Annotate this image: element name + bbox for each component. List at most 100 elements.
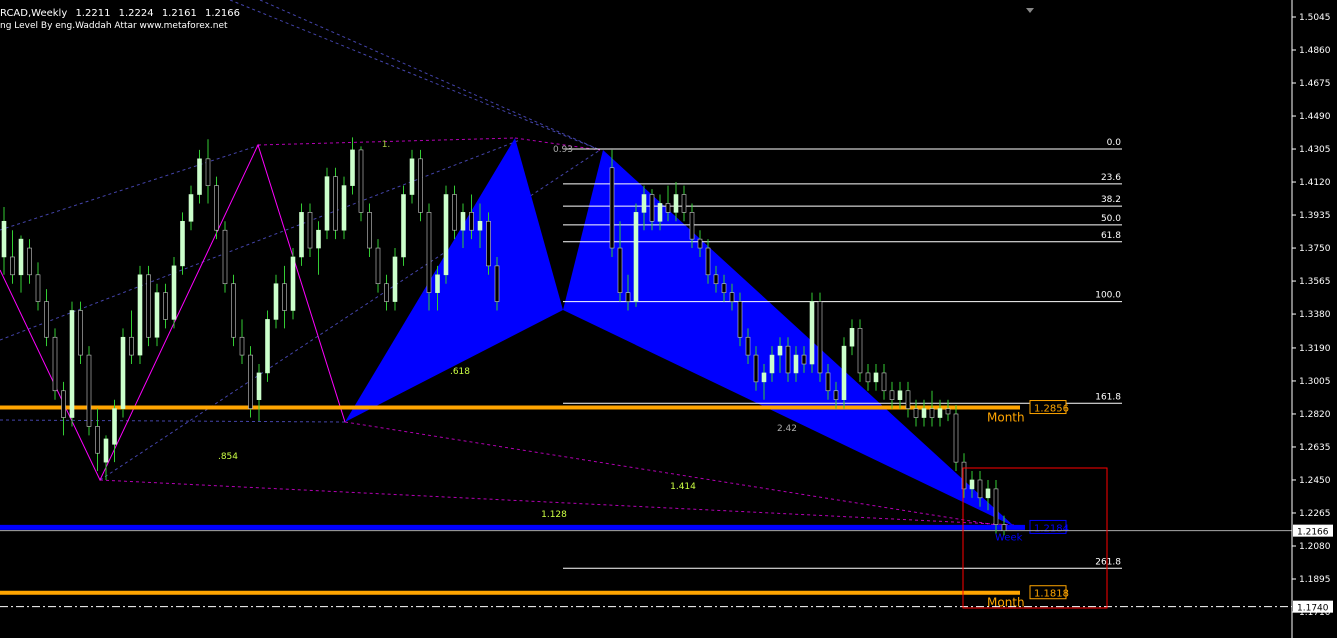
axis-tick-label: 1.4490	[1299, 112, 1331, 122]
candle-body	[426, 212, 432, 293]
candle-body	[977, 479, 983, 499]
fib-level-label: 161.8	[1095, 392, 1121, 402]
candle-body	[375, 247, 381, 285]
candle-body	[486, 220, 491, 267]
candle-body	[384, 283, 389, 302]
candle-body	[665, 203, 671, 213]
candle-body	[137, 274, 143, 356]
candle-body	[27, 247, 32, 276]
candle-body	[316, 229, 321, 249]
candle-body	[409, 158, 415, 195]
candle-body	[785, 345, 791, 374]
ohlc-high: 1.2224	[118, 8, 154, 19]
fib-level-label: 61.8	[1101, 231, 1121, 241]
candle-body	[849, 328, 855, 347]
candle-body	[889, 390, 895, 400]
candle-body	[10, 256, 15, 276]
candle-body	[494, 265, 500, 302]
axis-tick-label: 1.3005	[1299, 377, 1331, 387]
candle-body	[689, 212, 695, 240]
candle-body	[841, 345, 847, 400]
pattern-ratio-label: 2.42	[777, 424, 797, 434]
price-chart[interactable]: 0.0 23.6 38.2 50.0 61.8 100.0 161.8 261.8 Month…	[0, 0, 1337, 638]
candle-body	[188, 194, 194, 222]
symbol-label: RCAD,Weekly	[0, 8, 68, 19]
candle-body	[993, 488, 999, 525]
candle-body	[477, 220, 483, 231]
candle-body	[761, 372, 767, 383]
axis-tick-label: 1.2080	[1299, 542, 1331, 552]
candle-body	[265, 319, 270, 374]
candle-body	[61, 390, 66, 418]
candle-body	[392, 256, 398, 302]
candle-body	[95, 426, 100, 454]
axis-tick-label: 1.4120	[1299, 178, 1331, 188]
candle-body	[905, 390, 911, 409]
candle-body	[833, 390, 839, 400]
candle-body	[350, 149, 355, 186]
candle-body	[418, 158, 423, 213]
candle-body	[985, 488, 991, 499]
candle-body	[290, 256, 296, 311]
candle-body	[367, 212, 372, 249]
pattern-ratio-label: 0.93	[553, 145, 573, 155]
candle-body	[945, 408, 951, 415]
candle-body	[929, 408, 935, 418]
candle-body	[341, 185, 347, 231]
fib-level-label: 50.0	[1101, 214, 1121, 224]
candle-body	[1001, 524, 1007, 531]
axis-tick-label: 1.3750	[1299, 244, 1331, 254]
candle-body	[231, 283, 236, 338]
candle-body	[697, 238, 703, 249]
candle-body	[35, 274, 41, 302]
axis-tick-label: 1.5045	[1299, 13, 1331, 23]
candle-body	[78, 310, 83, 356]
axis-tick-label: 1.4860	[1299, 46, 1331, 56]
candle-body	[681, 194, 687, 213]
candle-body	[52, 336, 58, 392]
candle-body	[737, 301, 743, 338]
axis-tick-label: 1.4675	[1299, 79, 1331, 89]
candle-body	[163, 292, 168, 320]
candle-body	[205, 158, 211, 186]
pattern-ratio-label: .618	[450, 367, 470, 377]
axis-tick-label: 1.2265	[1299, 509, 1331, 519]
fib-level-label: 100.0	[1095, 291, 1121, 301]
candle-body	[333, 176, 338, 231]
axis-tick-label: 1.3935	[1299, 211, 1331, 221]
fib-level-label: 261.8	[1095, 557, 1121, 567]
axis-tick-label: 1.4305	[1299, 145, 1331, 155]
candle-body	[307, 212, 313, 249]
candle-body	[180, 220, 185, 267]
candle-body	[921, 408, 927, 418]
axis-price-tag-text: 1.1740	[1297, 604, 1329, 614]
fib-level-label: 0.0	[1107, 138, 1122, 148]
candle-body	[273, 283, 279, 320]
axis-tick-label: 1.2450	[1299, 476, 1331, 486]
candle-body	[633, 212, 639, 302]
candle-body	[809, 301, 815, 365]
candle-body	[256, 372, 262, 400]
candle-body	[937, 408, 943, 418]
candle-body	[469, 212, 474, 231]
candle-body	[358, 149, 364, 213]
candle-body	[248, 354, 253, 409]
candle-body	[817, 301, 823, 374]
pattern-ratio-label: 1.	[382, 140, 391, 150]
candle-body	[617, 247, 623, 293]
chart-header: RCAD,Weekly 1.2211 1.2224 1.2161 1.2166	[0, 8, 245, 19]
fib-level-label: 23.6	[1101, 173, 1121, 183]
candle-body	[825, 372, 831, 392]
candle-body	[857, 328, 863, 374]
ohlc-low: 1.2161	[161, 8, 197, 19]
candle-body	[721, 283, 727, 293]
candle-body	[401, 194, 406, 258]
candle-body	[713, 274, 719, 285]
axis-tick-label: 1.2820	[1299, 410, 1331, 420]
axis-tick-label: 1.3565	[1299, 277, 1331, 287]
candle-body	[435, 274, 440, 293]
candle-body	[649, 194, 655, 222]
axis-tick-label: 1.3190	[1299, 344, 1331, 354]
candle-body	[460, 212, 466, 231]
candle-body	[729, 292, 735, 302]
